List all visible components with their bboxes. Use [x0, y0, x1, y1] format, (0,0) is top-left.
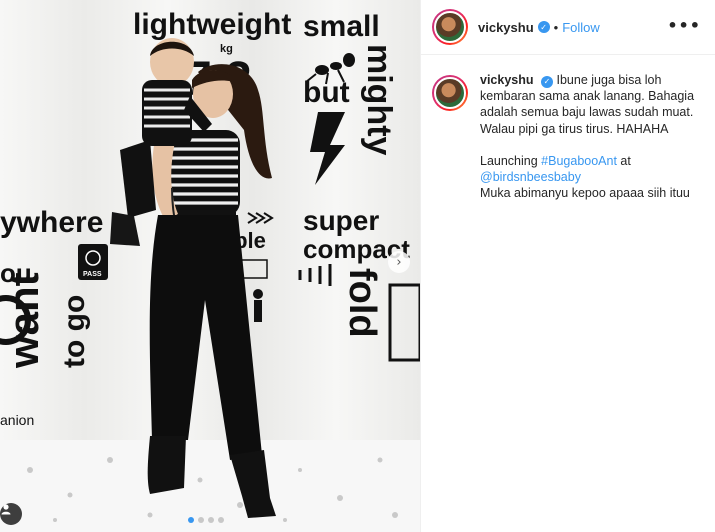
- post-header: vickyshu ✓ • Follow •••: [421, 0, 715, 55]
- backdrop-want: want: [0, 272, 47, 369]
- separator-dot: •: [553, 19, 559, 35]
- caption-launch-suffix: at: [616, 153, 631, 168]
- carousel-dot[interactable]: [218, 517, 224, 523]
- more-options-icon[interactable]: •••: [667, 16, 701, 35]
- verified-badge-icon: ✓: [541, 76, 553, 89]
- backdrop-kg: kg: [220, 43, 233, 55]
- mention-link[interactable]: @birdsnbeesbaby: [480, 169, 704, 185]
- backdrop-to-go: to go: [58, 295, 91, 368]
- carousel-dot[interactable]: [208, 517, 214, 523]
- caption-line: adalah semua baju lawas sudah muat.: [480, 105, 694, 120]
- backdrop-ywhere: ywhere: [0, 206, 103, 239]
- backdrop-fold: fold: [341, 268, 383, 338]
- person-icon: [1, 504, 11, 515]
- carousel-dot[interactable]: [198, 517, 204, 523]
- post-sidebar: vickyshu ✓ • Follow ••• vickyshu ✓ Ibune…: [420, 0, 715, 532]
- caption-line: Muka abimanyu kepoo apaaa siih ituu: [480, 186, 690, 201]
- caption-line: Ibune juga bisa loh: [556, 73, 662, 87]
- caption-avatar[interactable]: [432, 75, 468, 111]
- carousel-dots: [188, 517, 224, 523]
- backdrop-mighty: mighty: [360, 44, 398, 156]
- caption-line: kembaran sama anak lanang. Bahagia: [480, 89, 695, 104]
- carousel-dot[interactable]: [188, 517, 194, 523]
- post-photo[interactable]: lightweight 7.2 kg small but mighty ywhe…: [0, 0, 420, 532]
- user-tags-button[interactable]: [0, 503, 22, 525]
- backdrop-anion: anion: [0, 412, 34, 428]
- carousel-next-button[interactable]: ›: [388, 251, 410, 273]
- follow-button[interactable]: Follow: [562, 20, 600, 35]
- verified-badge-icon: ✓: [537, 21, 550, 33]
- caption-line: Walau pipi ga tirus tirus. HAHAHA: [480, 121, 669, 136]
- header-username[interactable]: vickyshu: [478, 20, 534, 35]
- caption-comment: vickyshu ✓ Ibune juga bisa loh kembaran …: [421, 55, 715, 201]
- backdrop-small: small: [303, 10, 380, 43]
- hashtag-link[interactable]: #BugabooAnt: [541, 154, 617, 168]
- backdrop-lightweight: lightweight: [133, 8, 291, 41]
- caption-launch-text: Launching: [480, 153, 542, 168]
- backdrop-pass: PASS: [83, 271, 102, 278]
- caption-body: vickyshu ✓ Ibune juga bisa loh kembaran …: [480, 72, 704, 201]
- avatar[interactable]: [432, 9, 468, 45]
- backdrop-super: super: [303, 205, 379, 236]
- chevron-right-icon: ›: [396, 254, 402, 270]
- photo-scene: lightweight 7.2 kg small but mighty ywhe…: [0, 0, 420, 532]
- caption-username[interactable]: vickyshu: [480, 73, 534, 87]
- person-sign-icon: [253, 289, 263, 299]
